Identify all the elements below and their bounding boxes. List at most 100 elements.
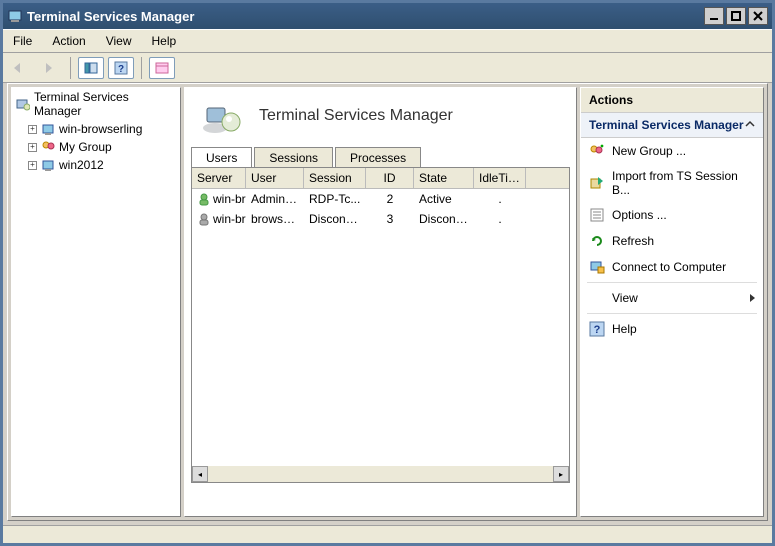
session-toolbar-button[interactable] [149,57,175,79]
cell-server: win-br... [213,192,246,206]
cell-user: Administ... [246,189,304,209]
col-user[interactable]: User [246,168,304,188]
expand-icon[interactable]: + [28,161,37,170]
submenu-arrow-icon [750,294,755,302]
window-title: Terminal Services Manager [27,9,704,24]
menu-file[interactable]: File [3,31,42,51]
col-id[interactable]: ID [366,168,414,188]
menu-view[interactable]: View [96,31,142,51]
horizontal-scrollbar[interactable]: ◂ ▸ [192,466,569,482]
tab-users[interactable]: Users [191,147,252,168]
cell-session: RDP-Tc... [304,189,366,209]
svg-text:?: ? [594,324,601,336]
cell-idle: . [474,189,526,209]
cell-user: browserl... [246,209,304,229]
cell-idle: . [474,209,526,229]
cell-session: Disconn... [304,209,366,229]
connect-icon [589,259,605,275]
actions-panel: Actions Terminal Services Manager New Gr… [580,87,764,517]
list-body: win-br... Administ... RDP-Tc... 2 Active… [192,189,569,466]
table-row[interactable]: win-br... browserl... Disconn... 3 Disco… [192,209,569,229]
view-spacer [589,290,605,306]
workspace: Terminal Services Manager + win-browserl… [3,83,772,525]
user-disconnected-icon [197,212,211,226]
show-tree-button[interactable] [78,57,104,79]
back-button[interactable] [7,57,33,79]
action-label: Refresh [612,234,654,248]
col-server[interactable]: Server [192,168,246,188]
tree-item-label: My Group [59,140,112,154]
col-state[interactable]: State [414,168,474,188]
toolbar: ? [3,53,772,83]
tree-item-my-group[interactable]: + My Group [12,138,180,156]
action-view[interactable]: View [581,285,763,311]
action-label: Options ... [612,208,667,222]
center-title: Terminal Services Manager [259,107,453,125]
statusbar [3,525,772,543]
actions-subheader-label: Terminal Services Manager [589,118,744,132]
group-icon [41,140,55,154]
users-list: Server User Session ID State IdleTime wi… [191,167,570,483]
action-label: Import from TS Session B... [612,169,755,197]
maximize-button[interactable] [726,7,746,25]
collapse-icon[interactable] [745,118,755,132]
minimize-button[interactable] [704,7,724,25]
action-refresh[interactable]: Refresh [581,228,763,254]
tab-processes[interactable]: Processes [335,147,421,168]
cell-state: Active [414,189,474,209]
action-label: Connect to Computer [612,260,726,274]
center-panel: Terminal Services Manager Users Sessions… [184,87,577,517]
actions-subheader[interactable]: Terminal Services Manager [581,113,763,138]
cell-state: Disconn... [414,209,474,229]
tree-item-win2012[interactable]: + win2012 [12,156,180,174]
center-header: Terminal Services Manager [193,98,568,134]
table-row[interactable]: win-br... Administ... RDP-Tc... 2 Active… [192,189,569,209]
expand-icon[interactable]: + [28,143,37,152]
cell-id: 3 [366,209,414,229]
tree-item-label: win-browserling [59,122,142,136]
tree-panel: Terminal Services Manager + win-browserl… [11,87,181,517]
tree-item-win-browserling[interactable]: + win-browserling [12,120,180,138]
col-idletime[interactable]: IdleTime [474,168,526,188]
tree-item-label: win2012 [59,158,104,172]
actions-separator [587,282,757,283]
scroll-left-button[interactable]: ◂ [192,466,208,482]
options-icon [589,207,605,223]
tab-sessions[interactable]: Sessions [254,147,333,168]
server-icon [41,122,55,136]
forward-button[interactable] [37,57,63,79]
menu-action[interactable]: Action [42,31,95,51]
app-icon [8,8,22,25]
server-icon [41,158,55,172]
titlebar[interactable]: Terminal Services Manager [3,3,772,29]
action-new-group[interactable]: New Group ... [581,138,763,164]
toolbar-separator-2 [141,57,142,79]
help-toolbar-button[interactable]: ? [108,57,134,79]
action-label: View [612,291,638,305]
action-import[interactable]: Import from TS Session B... [581,164,763,202]
cell-id: 2 [366,189,414,209]
manager-large-icon [201,98,241,134]
new-group-icon [589,143,605,159]
cell-server: win-br... [213,212,246,226]
close-button[interactable] [748,7,768,25]
action-label: New Group ... [612,144,686,158]
help-icon: ? [589,321,605,337]
menu-help[interactable]: Help [142,31,187,51]
actions-separator [587,313,757,314]
action-help[interactable]: ? Help [581,316,763,342]
stage: Terminal Services Manager + win-browserl… [7,83,768,521]
svg-text:?: ? [118,64,124,75]
col-session[interactable]: Session [304,168,366,188]
action-connect[interactable]: Connect to Computer [581,254,763,280]
user-active-icon [197,192,211,206]
toolbar-separator [70,57,71,79]
expand-icon[interactable]: + [28,125,37,134]
tab-strip: Users Sessions Processes [191,146,570,167]
menubar: File Action View Help [3,29,772,53]
action-options[interactable]: Options ... [581,202,763,228]
manager-icon [16,97,30,111]
scroll-right-button[interactable]: ▸ [553,466,569,482]
import-icon [589,175,605,191]
tree-root[interactable]: Terminal Services Manager [12,88,180,120]
